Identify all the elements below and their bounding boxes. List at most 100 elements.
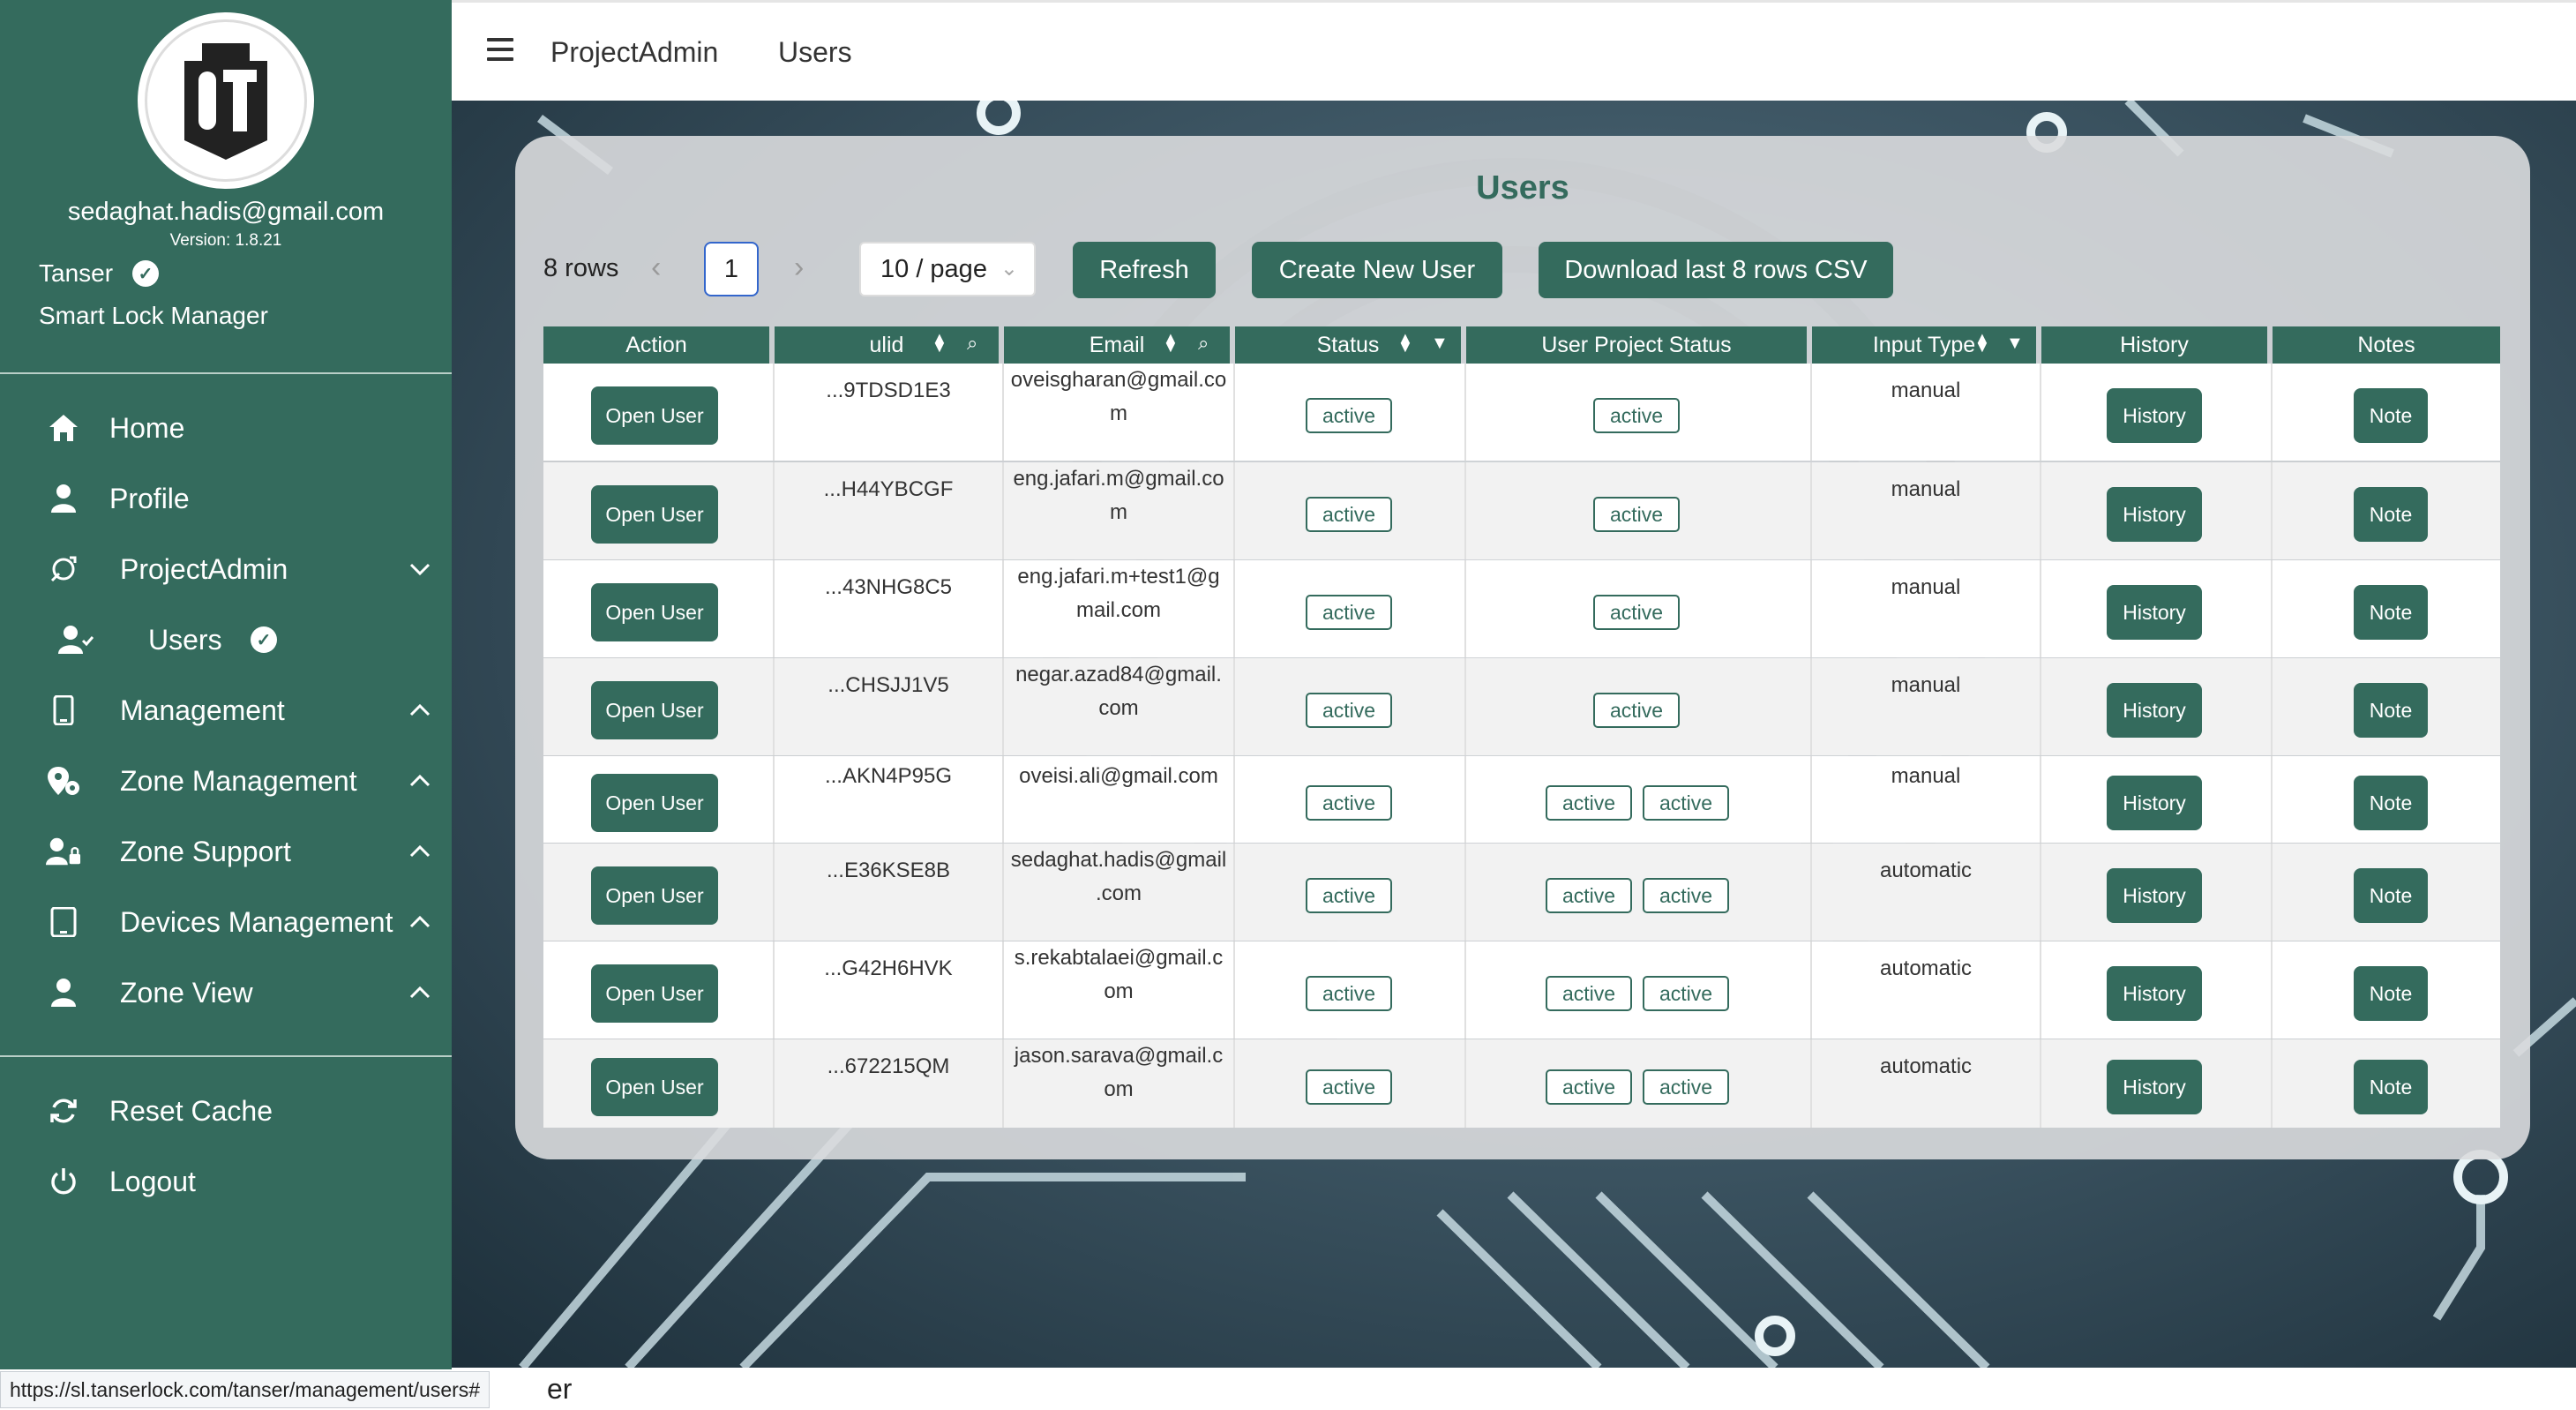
col-header-input-type[interactable]: Input Type ▲ ▼ ▼	[1812, 326, 2036, 364]
cell-input-type: manual	[1812, 756, 2041, 843]
cell-ulid: ...CHSJJ1V5	[775, 658, 1004, 755]
project-status-badge: active	[1546, 976, 1632, 1011]
note-button[interactable]: Note	[2354, 868, 2428, 923]
sidebar-item-home[interactable]: Home	[0, 397, 452, 459]
filter-icon[interactable]: ▼	[2006, 334, 2024, 354]
history-button[interactable]: History	[2107, 683, 2202, 738]
sidebar-item-users[interactable]: Users ✓	[0, 609, 452, 671]
cell-notes: Note	[2273, 756, 2505, 843]
tanser-logo-icon	[184, 43, 267, 160]
note-button[interactable]: Note	[2354, 966, 2428, 1021]
open-user-button[interactable]: Open User	[591, 681, 718, 739]
note-button[interactable]: Note	[2354, 487, 2428, 542]
sidebar-item-profile[interactable]: Profile	[0, 468, 452, 529]
breadcrumb-users: Users	[778, 36, 852, 68]
sort-icon[interactable]: ▲ ▼	[932, 330, 947, 355]
open-user-button[interactable]: Open User	[591, 774, 718, 832]
note-button[interactable]: Note	[2354, 585, 2428, 640]
cell-input-type: automatic	[1812, 941, 2041, 1039]
next-page-icon[interactable]: ›	[794, 251, 804, 285]
history-button[interactable]: History	[2107, 388, 2202, 443]
cell-history: History	[2041, 756, 2273, 843]
input-type-value: manual	[1891, 673, 1961, 697]
sort-icon[interactable]: ▲ ▼	[1974, 330, 1990, 355]
open-user-button[interactable]: Open User	[591, 485, 718, 544]
sidebar-item-zone-management[interactable]: Zone Management	[0, 750, 452, 812]
refresh-button[interactable]: Refresh	[1073, 242, 1216, 298]
org-name: Tanser	[39, 259, 114, 287]
sidebar-item-projectadmin[interactable]: ProjectAdmin	[0, 538, 452, 600]
create-user-button[interactable]: Create New User	[1252, 242, 1502, 298]
sidebar-item-management[interactable]: Management	[0, 679, 452, 741]
history-button[interactable]: History	[2107, 585, 2202, 640]
table-row: Open User ...AKN4P95G oveisi.ali@gmail.com…	[543, 756, 2500, 843]
chevron-down-icon	[404, 553, 436, 585]
page-size-select[interactable]: 10 / page ⌄	[859, 242, 1036, 296]
cell-notes: Note	[2273, 658, 2505, 755]
history-button[interactable]: History	[2107, 776, 2202, 830]
table-row: Open User ...9TDSD1E3 oveisgharan@gmail.co…	[543, 364, 2500, 461]
cell-action: Open User	[543, 560, 775, 657]
cell-action: Open User	[543, 658, 775, 755]
sort-icon[interactable]: ▲ ▼	[1397, 330, 1413, 355]
sidebar-item-zone-view[interactable]: Zone View	[0, 962, 452, 1024]
sidebar-item-logout[interactable]: Logout	[0, 1151, 452, 1212]
prev-page-icon[interactable]: ‹	[651, 251, 661, 285]
breadcrumb-projectadmin[interactable]: ProjectAdmin	[550, 36, 718, 69]
chevron-up-icon	[404, 977, 436, 1009]
sidebar-item-devices-management[interactable]: Devices Management	[0, 891, 452, 953]
cell-input-type: manual	[1812, 658, 2041, 755]
note-button[interactable]: Note	[2354, 1060, 2428, 1114]
sidebar-item-label: ProjectAdmin	[120, 552, 288, 585]
cell-status: active	[1235, 756, 1466, 843]
open-user-button[interactable]: Open User	[591, 386, 718, 445]
chevron-up-icon	[404, 765, 436, 797]
open-user-button[interactable]: Open User	[591, 1058, 718, 1116]
cell-email: s.rekabtalaei@gmail.c om	[1004, 941, 1235, 1039]
col-header-ulid[interactable]: ulid ▲ ▼ ⌕	[775, 326, 999, 364]
history-button[interactable]: History	[2107, 487, 2202, 542]
note-button[interactable]: Note	[2354, 388, 2428, 443]
cell-input-type: manual	[1812, 560, 2041, 657]
col-header-email[interactable]: Email ▲ ▼ ⌕	[1004, 326, 1230, 364]
hamburger-menu-icon[interactable]	[487, 38, 513, 61]
project-status-badge: active	[1593, 595, 1680, 630]
cell-ulid: ...G42H6HVK	[775, 941, 1004, 1039]
user-email: sedaghat.hadis@gmail.com	[67, 198, 385, 226]
search-icon[interactable]: ⌕	[1198, 332, 1209, 355]
card-title: Users	[1476, 169, 1569, 206]
history-button[interactable]: History	[2107, 966, 2202, 1021]
org-selector[interactable]: Tanser ✓	[39, 259, 160, 288]
history-button[interactable]: History	[2107, 1060, 2202, 1114]
sidebar-item-zone-support[interactable]: Zone Support	[0, 821, 452, 882]
col-header-status[interactable]: Status ▲ ▼ ▼	[1235, 326, 1461, 364]
open-user-button[interactable]: Open User	[591, 964, 718, 1023]
page-number-button[interactable]: 1	[704, 242, 759, 296]
sort-icon[interactable]: ▲ ▼	[1163, 330, 1179, 355]
cell-history: History	[2041, 941, 2273, 1039]
sidebar-item-label: Home	[109, 411, 185, 444]
sidebar-item-reset-cache[interactable]: Reset Cache	[0, 1080, 452, 1142]
power-icon	[46, 1164, 81, 1199]
ulid-value: ...E36KSE8B	[826, 859, 951, 882]
email-line: negar.azad84@gmail.	[1015, 663, 1222, 686]
search-icon[interactable]: ⌕	[967, 332, 977, 355]
ulid-value: ...672215QM	[827, 1054, 950, 1078]
cell-ulid: ...672215QM	[775, 1039, 1004, 1128]
history-button[interactable]: History	[2107, 868, 2202, 923]
sidebar-item-label: Users	[148, 623, 222, 656]
home-icon	[46, 410, 81, 446]
cell-email: eng.jafari.m@gmail.co m	[1004, 462, 1235, 559]
chevron-up-icon	[404, 694, 436, 726]
open-user-button[interactable]: Open User	[591, 866, 718, 925]
open-user-button[interactable]: Open User	[591, 583, 718, 641]
cell-action: Open User	[543, 844, 775, 941]
filter-icon[interactable]: ▼	[1431, 334, 1449, 354]
status-bar-text: er	[547, 1373, 573, 1405]
col-header-history: History	[2041, 326, 2267, 364]
note-button[interactable]: Note	[2354, 683, 2428, 738]
cell-notes: Note	[2273, 560, 2505, 657]
download-csv-button[interactable]: Download last 8 rows CSV	[1539, 242, 1893, 298]
note-button[interactable]: Note	[2354, 776, 2428, 830]
status-badge: active	[1306, 878, 1392, 913]
